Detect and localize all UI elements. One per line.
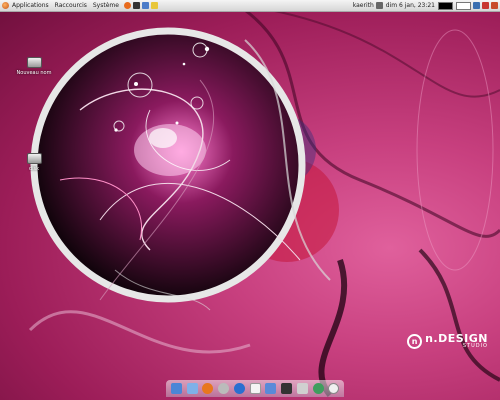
- dock: [166, 380, 344, 397]
- desktop-icon-disk[interactable]: disk: [12, 153, 56, 172]
- menu-systeme[interactable]: Système: [90, 2, 122, 9]
- help-icon[interactable]: [150, 2, 158, 9]
- menu-raccourcis[interactable]: Raccourcis: [52, 2, 90, 9]
- home-folder-icon[interactable]: [265, 383, 277, 394]
- firefox-icon[interactable]: [202, 383, 214, 394]
- mail-icon[interactable]: [186, 383, 198, 394]
- top-panel: Applications Raccourcis Système kaerith …: [0, 0, 500, 12]
- desktop-icon-nouveau-nom[interactable]: Nouveau nom: [12, 57, 56, 76]
- applications-icon[interactable]: [2, 2, 9, 9]
- network-icon[interactable]: [473, 2, 480, 9]
- volume-icon[interactable]: [375, 2, 383, 9]
- globe-icon[interactable]: [312, 383, 324, 394]
- power-icon[interactable]: [491, 2, 498, 9]
- cpu-monitor[interactable]: [438, 1, 453, 10]
- memory-monitor[interactable]: [456, 1, 471, 10]
- trash-icon[interactable]: [296, 383, 308, 394]
- ndesign-logo-mark: n: [407, 333, 423, 349]
- username[interactable]: kaerith: [353, 2, 374, 9]
- clock-icon[interactable]: [328, 383, 340, 394]
- ndesign-logo-text: n.DESIGN STUDIO: [425, 332, 488, 349]
- terminal-icon[interactable]: [132, 2, 140, 9]
- disk-icon[interactable]: [218, 383, 229, 394]
- drive-icon: [26, 153, 42, 164]
- firefox-icon[interactable]: [123, 2, 131, 9]
- ndesign-logo: n n.DESIGN STUDIO: [407, 333, 488, 349]
- update-icon[interactable]: [482, 2, 489, 9]
- desktop-icon-label: disk: [28, 166, 40, 172]
- calendar-icon[interactable]: [249, 383, 261, 394]
- monitor-icon[interactable]: [281, 383, 292, 394]
- drive-icon: [26, 57, 42, 68]
- finder-icon[interactable]: [170, 383, 182, 394]
- menu-applications[interactable]: Applications: [9, 2, 52, 9]
- clock[interactable]: dim 6 jan, 23:21: [386, 2, 435, 9]
- editor-icon[interactable]: [141, 2, 149, 9]
- desktop[interactable]: Applications Raccourcis Système kaerith …: [0, 0, 500, 400]
- music-icon[interactable]: [233, 383, 245, 394]
- desktop-icon-label: Nouveau nom: [16, 70, 52, 76]
